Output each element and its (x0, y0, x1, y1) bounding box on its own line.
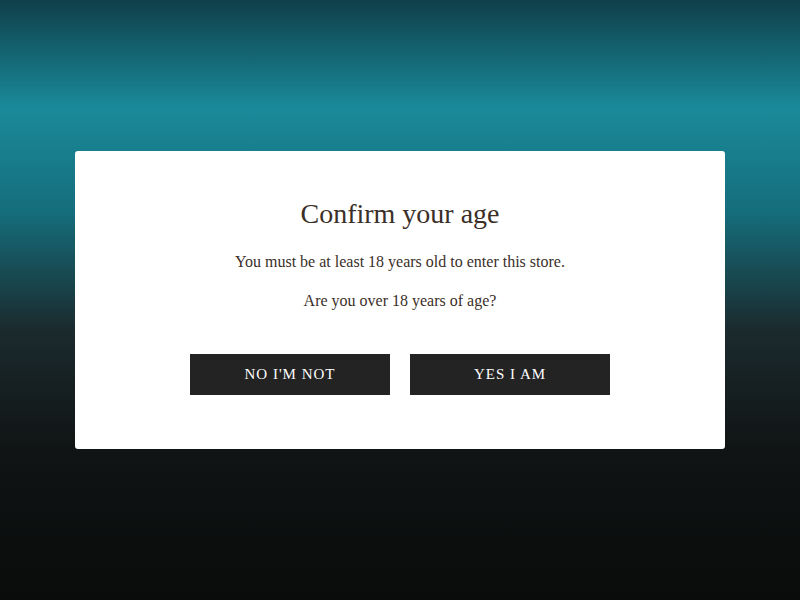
dialog-question: Are you over 18 years of age? (304, 290, 497, 312)
answer-button[interactable]: YES I AM (410, 354, 610, 395)
modal-overlay: Confirm your age You must be at least 18… (0, 0, 800, 600)
answer-button[interactable]: NO I'M NOT (190, 354, 390, 395)
dialog-title: Confirm your age (300, 196, 499, 232)
dialog-message: You must be at least 18 years old to ent… (235, 251, 565, 273)
age-gate-page: Confirm your age You must be at least 18… (0, 0, 800, 600)
age-dialog: Confirm your age You must be at least 18… (75, 151, 725, 449)
button-row: NO I'M NOT YES I AM (190, 354, 610, 395)
